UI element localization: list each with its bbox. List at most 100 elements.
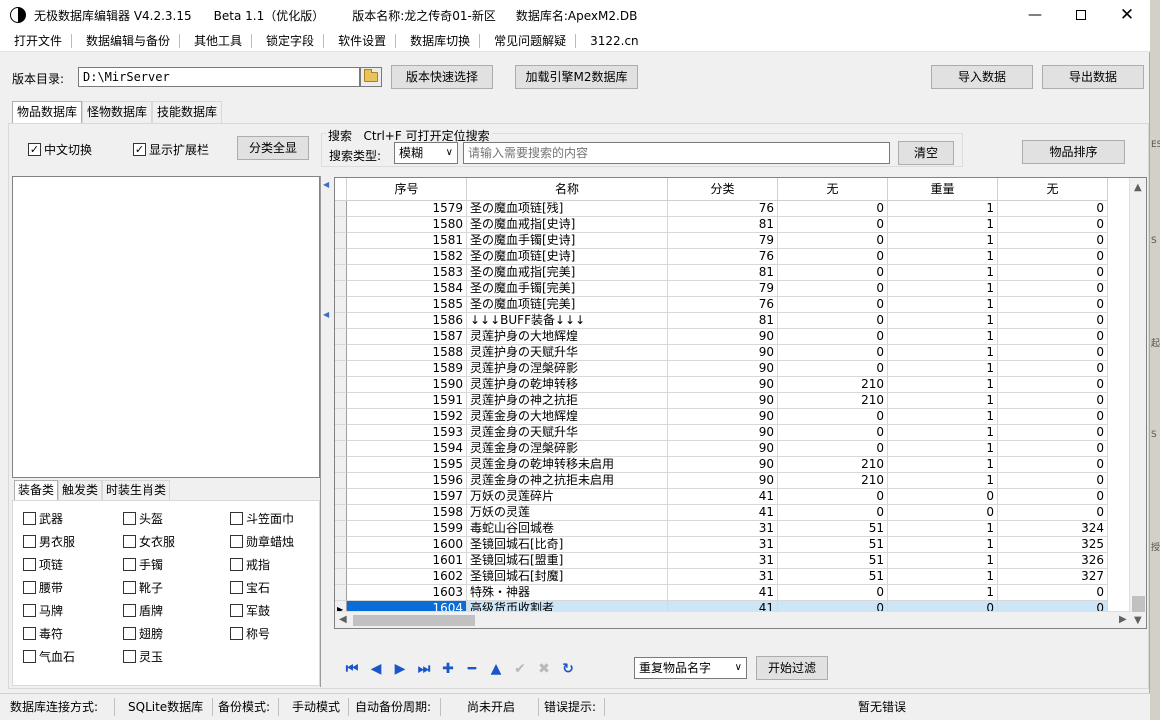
search-type-select[interactable]: 模糊 ∨ <box>394 142 458 164</box>
category-checkbox[interactable]: 头盔 <box>123 510 163 527</box>
table-cell[interactable]: 圣の魔血手镯[完美] <box>467 281 668 297</box>
insert-record-icon[interactable]: ✚ <box>436 657 460 681</box>
browse-folder-button[interactable] <box>360 67 382 87</box>
table-cell[interactable]: 51 <box>778 521 888 537</box>
table-cell[interactable]: 31 <box>668 521 778 537</box>
table-cell[interactable]: 0 <box>778 249 888 265</box>
table-row[interactable]: 1594 灵莲金身の涅槃碎影 90 0 1 0 <box>335 441 1108 457</box>
table-cell[interactable]: 1 <box>888 377 998 393</box>
table-cell[interactable]: 圣の魔血戒指[完美] <box>467 265 668 281</box>
table-cell[interactable]: 210 <box>778 473 888 489</box>
filter-select[interactable]: 重复物品名字 ∨ <box>634 657 747 679</box>
table-cell[interactable]: 1585 <box>347 297 467 313</box>
table-row[interactable]: 1588 灵莲护身の天赋升华 90 0 1 0 <box>335 345 1108 361</box>
table-row[interactable]: 1596 灵莲金身の神之抗拒未启用 90 210 1 0 <box>335 473 1108 489</box>
table-cell[interactable]: 1595 <box>347 457 467 473</box>
table-cell[interactable]: 31 <box>668 569 778 585</box>
table-cell[interactable]: 76 <box>668 201 778 217</box>
table-cell[interactable]: 0 <box>998 441 1108 457</box>
row-indicator[interactable] <box>335 521 347 537</box>
items-grid[interactable]: 序号 名称 分类无重量无 1579 圣の魔血项链[残] 76 0 1 0 1580 圣の魔血戒指[… <box>334 177 1147 629</box>
table-cell[interactable]: 1598 <box>347 505 467 521</box>
table-cell[interactable]: 0 <box>778 441 888 457</box>
table-cell[interactable]: 41 <box>668 489 778 505</box>
table-cell[interactable]: 1601 <box>347 553 467 569</box>
table-row[interactable]: 1598 万妖の灵莲 41 0 0 0 <box>335 505 1108 521</box>
table-row[interactable]: 1593 灵莲金身の天赋升华 90 0 1 0 <box>335 425 1108 441</box>
table-cell[interactable]: 灵莲护身の神之抗拒 <box>467 393 668 409</box>
table-cell[interactable]: 0 <box>998 249 1108 265</box>
row-indicator[interactable] <box>335 265 347 281</box>
category-checkbox[interactable]: 斗笠面巾 <box>230 510 294 527</box>
table-cell[interactable]: 0 <box>998 473 1108 489</box>
table-cell[interactable]: 1 <box>888 457 998 473</box>
table-row[interactable]: 1585 圣の魔血项链[完美] 76 0 1 0 <box>335 297 1108 313</box>
table-row[interactable]: 1581 圣の魔血手镯[史诗] 79 0 1 0 <box>335 233 1108 249</box>
table-cell[interactable]: 0 <box>778 217 888 233</box>
table-row[interactable]: 1603 特殊・神器 41 0 1 0 <box>335 585 1108 601</box>
menu-faq[interactable]: 常见问题解疑 <box>480 30 575 52</box>
table-cell[interactable]: 灵莲护身の乾坤转移 <box>467 377 668 393</box>
table-cell[interactable]: 圣の魔血项链[史诗] <box>467 249 668 265</box>
table-cell[interactable]: 1594 <box>347 441 467 457</box>
table-cell[interactable]: 圣镜回城石[比奇] <box>467 537 668 553</box>
table-cell[interactable]: 1599 <box>347 521 467 537</box>
table-cell[interactable]: 万妖の灵莲碎片 <box>467 489 668 505</box>
clear-button[interactable]: 清空 <box>898 141 954 165</box>
tab-fashion[interactable]: 时装生肖类 <box>102 480 171 500</box>
grid-column-header[interactable]: 序号 <box>347 178 467 201</box>
table-cell[interactable]: 41 <box>668 585 778 601</box>
category-checkbox[interactable]: 武器 <box>23 510 63 527</box>
table-row[interactable]: 1586 ↓↓↓BUFF装备↓↓↓ 81 0 1 0 <box>335 313 1108 329</box>
row-indicator[interactable] <box>335 297 347 313</box>
table-cell[interactable]: 0 <box>778 489 888 505</box>
version-dir-input[interactable]: D:\MirServer <box>78 67 360 87</box>
table-cell[interactable]: 31 <box>668 553 778 569</box>
table-cell[interactable]: 1596 <box>347 473 467 489</box>
next-record-icon[interactable]: ▶ <box>388 657 412 681</box>
table-cell[interactable]: 90 <box>668 425 778 441</box>
tab-skills[interactable]: 技能数据库 <box>152 101 223 123</box>
scroll-left-icon[interactable]: ◀ <box>339 614 347 625</box>
close-button[interactable]: ✕ <box>1104 0 1150 30</box>
table-row[interactable]: 1583 圣の魔血戒指[完美] 81 0 1 0 <box>335 265 1108 281</box>
row-indicator[interactable] <box>335 233 347 249</box>
table-cell[interactable]: 90 <box>668 473 778 489</box>
table-cell[interactable]: 1 <box>888 473 998 489</box>
table-cell[interactable]: 41 <box>668 505 778 521</box>
table-cell[interactable]: 0 <box>998 425 1108 441</box>
menu-data-edit[interactable]: 数据编辑与备份 <box>72 30 179 52</box>
table-cell[interactable]: 31 <box>668 537 778 553</box>
table-row[interactable]: 1599 毒蛇山谷回城卷 31 51 1 324 <box>335 521 1108 537</box>
row-indicator[interactable] <box>335 393 347 409</box>
table-cell[interactable]: 0 <box>998 393 1108 409</box>
table-cell[interactable]: 0 <box>998 505 1108 521</box>
table-cell[interactable]: 327 <box>998 569 1108 585</box>
sort-items-button[interactable]: 物品排序 <box>1022 140 1125 164</box>
row-indicator[interactable] <box>335 329 347 345</box>
table-row[interactable]: 1587 灵莲护身の大地辉煌 90 0 1 0 <box>335 329 1108 345</box>
category-checkbox[interactable]: 气血石 <box>23 648 75 665</box>
show-ext-checkbox[interactable]: ✓ 显示扩展栏 <box>133 141 209 158</box>
post-record-icon[interactable]: ✔ <box>508 657 532 681</box>
menu-lock-fields[interactable]: 锁定字段 <box>252 30 323 52</box>
table-cell[interactable]: 圣の魔血手镯[史诗] <box>467 233 668 249</box>
table-cell[interactable]: 1584 <box>347 281 467 297</box>
row-indicator[interactable] <box>335 473 347 489</box>
table-cell[interactable]: 1582 <box>347 249 467 265</box>
table-cell[interactable]: 0 <box>998 345 1108 361</box>
row-indicator[interactable] <box>335 537 347 553</box>
table-cell[interactable]: 1588 <box>347 345 467 361</box>
table-cell[interactable]: 圣の魔血项链[完美] <box>467 297 668 313</box>
start-filter-button[interactable]: 开始过滤 <box>756 656 828 680</box>
table-cell[interactable]: 0 <box>778 329 888 345</box>
table-cell[interactable]: 1 <box>888 393 998 409</box>
row-indicator[interactable] <box>335 345 347 361</box>
table-cell[interactable]: 325 <box>998 537 1108 553</box>
table-cell[interactable]: 1581 <box>347 233 467 249</box>
row-indicator[interactable] <box>335 201 347 217</box>
table-cell[interactable]: 0 <box>998 233 1108 249</box>
table-cell[interactable]: 圣镜回城石[封魔] <box>467 569 668 585</box>
table-cell[interactable]: 0 <box>998 489 1108 505</box>
table-cell[interactable]: 灵莲金身の神之抗拒未启用 <box>467 473 668 489</box>
